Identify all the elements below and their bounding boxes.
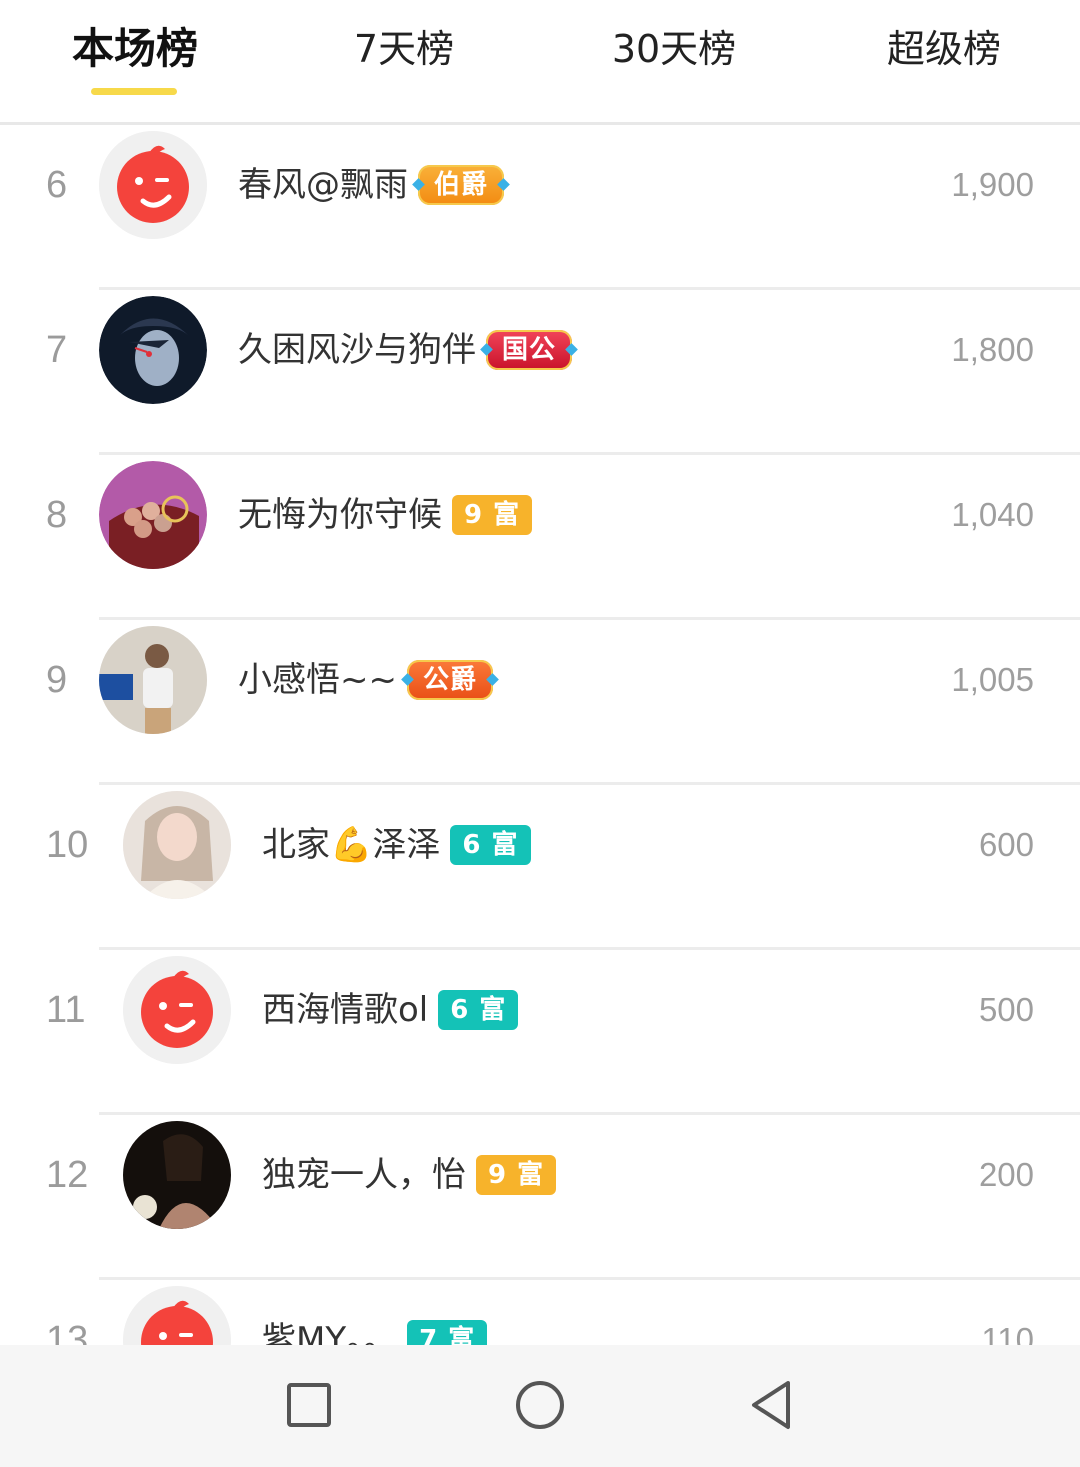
mascot-icon bbox=[123, 1286, 231, 1345]
user-name: 春风@飘雨 bbox=[238, 165, 408, 205]
user-name-row: 紫MY。。 7 富 bbox=[262, 1280, 488, 1345]
score: 1,040 bbox=[951, 496, 1034, 533]
score: 1,900 bbox=[951, 166, 1034, 203]
woman-dark-photo-icon bbox=[123, 1121, 231, 1229]
score: 200 bbox=[978, 1156, 1034, 1193]
rank-number: 13 bbox=[46, 1319, 89, 1345]
wealth-badge: 6 富 bbox=[438, 990, 519, 1030]
noble-badge: 公爵 bbox=[406, 660, 493, 700]
avatar[interactable] bbox=[99, 461, 207, 569]
noble-badge: 国公 bbox=[486, 330, 573, 370]
list-item[interactable]: 11 西海情歌ol 6 富 500 bbox=[0, 950, 1080, 1115]
person-photo-icon bbox=[99, 626, 207, 734]
back-button[interactable] bbox=[740, 1375, 800, 1435]
user-name: 小感悟~~ bbox=[238, 660, 397, 700]
anime-character-icon bbox=[99, 296, 207, 404]
score: 1,800 bbox=[951, 331, 1034, 368]
user-name-row: 独宠一人，怡 9 富 bbox=[262, 1115, 557, 1235]
rank-number: 6 bbox=[46, 164, 68, 206]
user-name: 西海情歌ol bbox=[262, 990, 429, 1030]
list-item[interactable]: 12 独宠一人，怡 9 富 200 bbox=[0, 1115, 1080, 1280]
user-name-row: 小感悟~~ 公爵 bbox=[238, 620, 493, 740]
score: 1,005 bbox=[951, 661, 1034, 698]
user-name: 久困风沙与狗伴 bbox=[238, 330, 476, 370]
score: 600 bbox=[978, 826, 1034, 863]
list-item[interactable]: 13 紫MY。。 7 富 110 bbox=[0, 1280, 1080, 1345]
avatar[interactable] bbox=[99, 296, 207, 404]
system-navigation-bar bbox=[0, 1345, 1080, 1467]
leaderboard-tabs: 本场榜 7天榜 30天榜 超级榜 bbox=[0, 0, 1080, 125]
recent-apps-button[interactable] bbox=[279, 1375, 339, 1435]
rank-number: 7 bbox=[46, 329, 68, 371]
user-name: 北家💪泽泽 bbox=[262, 825, 441, 865]
chocolate-box-icon bbox=[99, 461, 207, 569]
user-name-row: 无悔为你守候 9 富 bbox=[238, 455, 533, 575]
avatar[interactable] bbox=[99, 131, 207, 239]
wealth-badge: 9 富 bbox=[452, 495, 533, 535]
active-tab-indicator bbox=[91, 88, 177, 95]
user-name: 独宠一人，怡 bbox=[262, 1155, 466, 1195]
user-name-row: 西海情歌ol 6 富 bbox=[262, 950, 519, 1070]
user-name: 无悔为你守候 bbox=[238, 495, 442, 535]
tab-super[interactable]: 超级榜 bbox=[844, 22, 1044, 82]
rank-number: 11 bbox=[46, 989, 86, 1031]
user-name-row: 春风@飘雨 伯爵 bbox=[238, 125, 505, 245]
triangle-back-icon bbox=[752, 1381, 790, 1429]
ranking-list: 6 春风@飘雨 伯爵 1,900 7 久困风沙与狗伴 国公 1,800 8 无悔… bbox=[0, 125, 1080, 1345]
mascot-icon bbox=[123, 956, 231, 1064]
avatar[interactable] bbox=[123, 1286, 231, 1345]
user-name-row: 北家💪泽泽 6 富 bbox=[262, 785, 531, 905]
rank-number: 8 bbox=[46, 494, 68, 536]
tab-30-days[interactable]: 30天榜 bbox=[574, 22, 774, 82]
score: 110 bbox=[981, 1321, 1034, 1345]
list-item[interactable]: 6 春风@飘雨 伯爵 1,900 bbox=[0, 125, 1080, 290]
user-name: 紫MY。。 bbox=[262, 1320, 398, 1345]
avatar[interactable] bbox=[123, 1121, 231, 1229]
avatar[interactable] bbox=[123, 956, 231, 1064]
rank-number: 9 bbox=[46, 659, 68, 701]
list-item[interactable]: 8 无悔为你守候 9 富 1,040 bbox=[0, 455, 1080, 620]
avatar[interactable] bbox=[99, 626, 207, 734]
home-button[interactable] bbox=[510, 1375, 570, 1435]
wealth-badge: 6 富 bbox=[450, 825, 531, 865]
list-item[interactable]: 7 久困风沙与狗伴 国公 1,800 bbox=[0, 290, 1080, 455]
square-icon bbox=[287, 1383, 331, 1427]
rank-number: 10 bbox=[46, 824, 89, 866]
user-name-row: 久困风沙与狗伴 国公 bbox=[238, 290, 573, 410]
tab-this-session[interactable]: 本场榜 bbox=[35, 22, 235, 82]
woman-photo-icon bbox=[123, 791, 231, 899]
tab-7-days[interactable]: 7天榜 bbox=[304, 22, 504, 82]
mascot-icon bbox=[99, 131, 207, 239]
wealth-badge: 9 富 bbox=[476, 1155, 557, 1195]
noble-badge: 伯爵 bbox=[418, 165, 505, 205]
avatar[interactable] bbox=[123, 791, 231, 899]
list-item[interactable]: 9 小感悟~~ 公爵 1,005 bbox=[0, 620, 1080, 785]
wealth-badge: 7 富 bbox=[407, 1320, 488, 1345]
list-item[interactable]: 10 北家💪泽泽 6 富 600 bbox=[0, 785, 1080, 950]
rank-number: 12 bbox=[46, 1154, 89, 1196]
circle-icon bbox=[516, 1381, 564, 1429]
score: 500 bbox=[978, 991, 1034, 1028]
